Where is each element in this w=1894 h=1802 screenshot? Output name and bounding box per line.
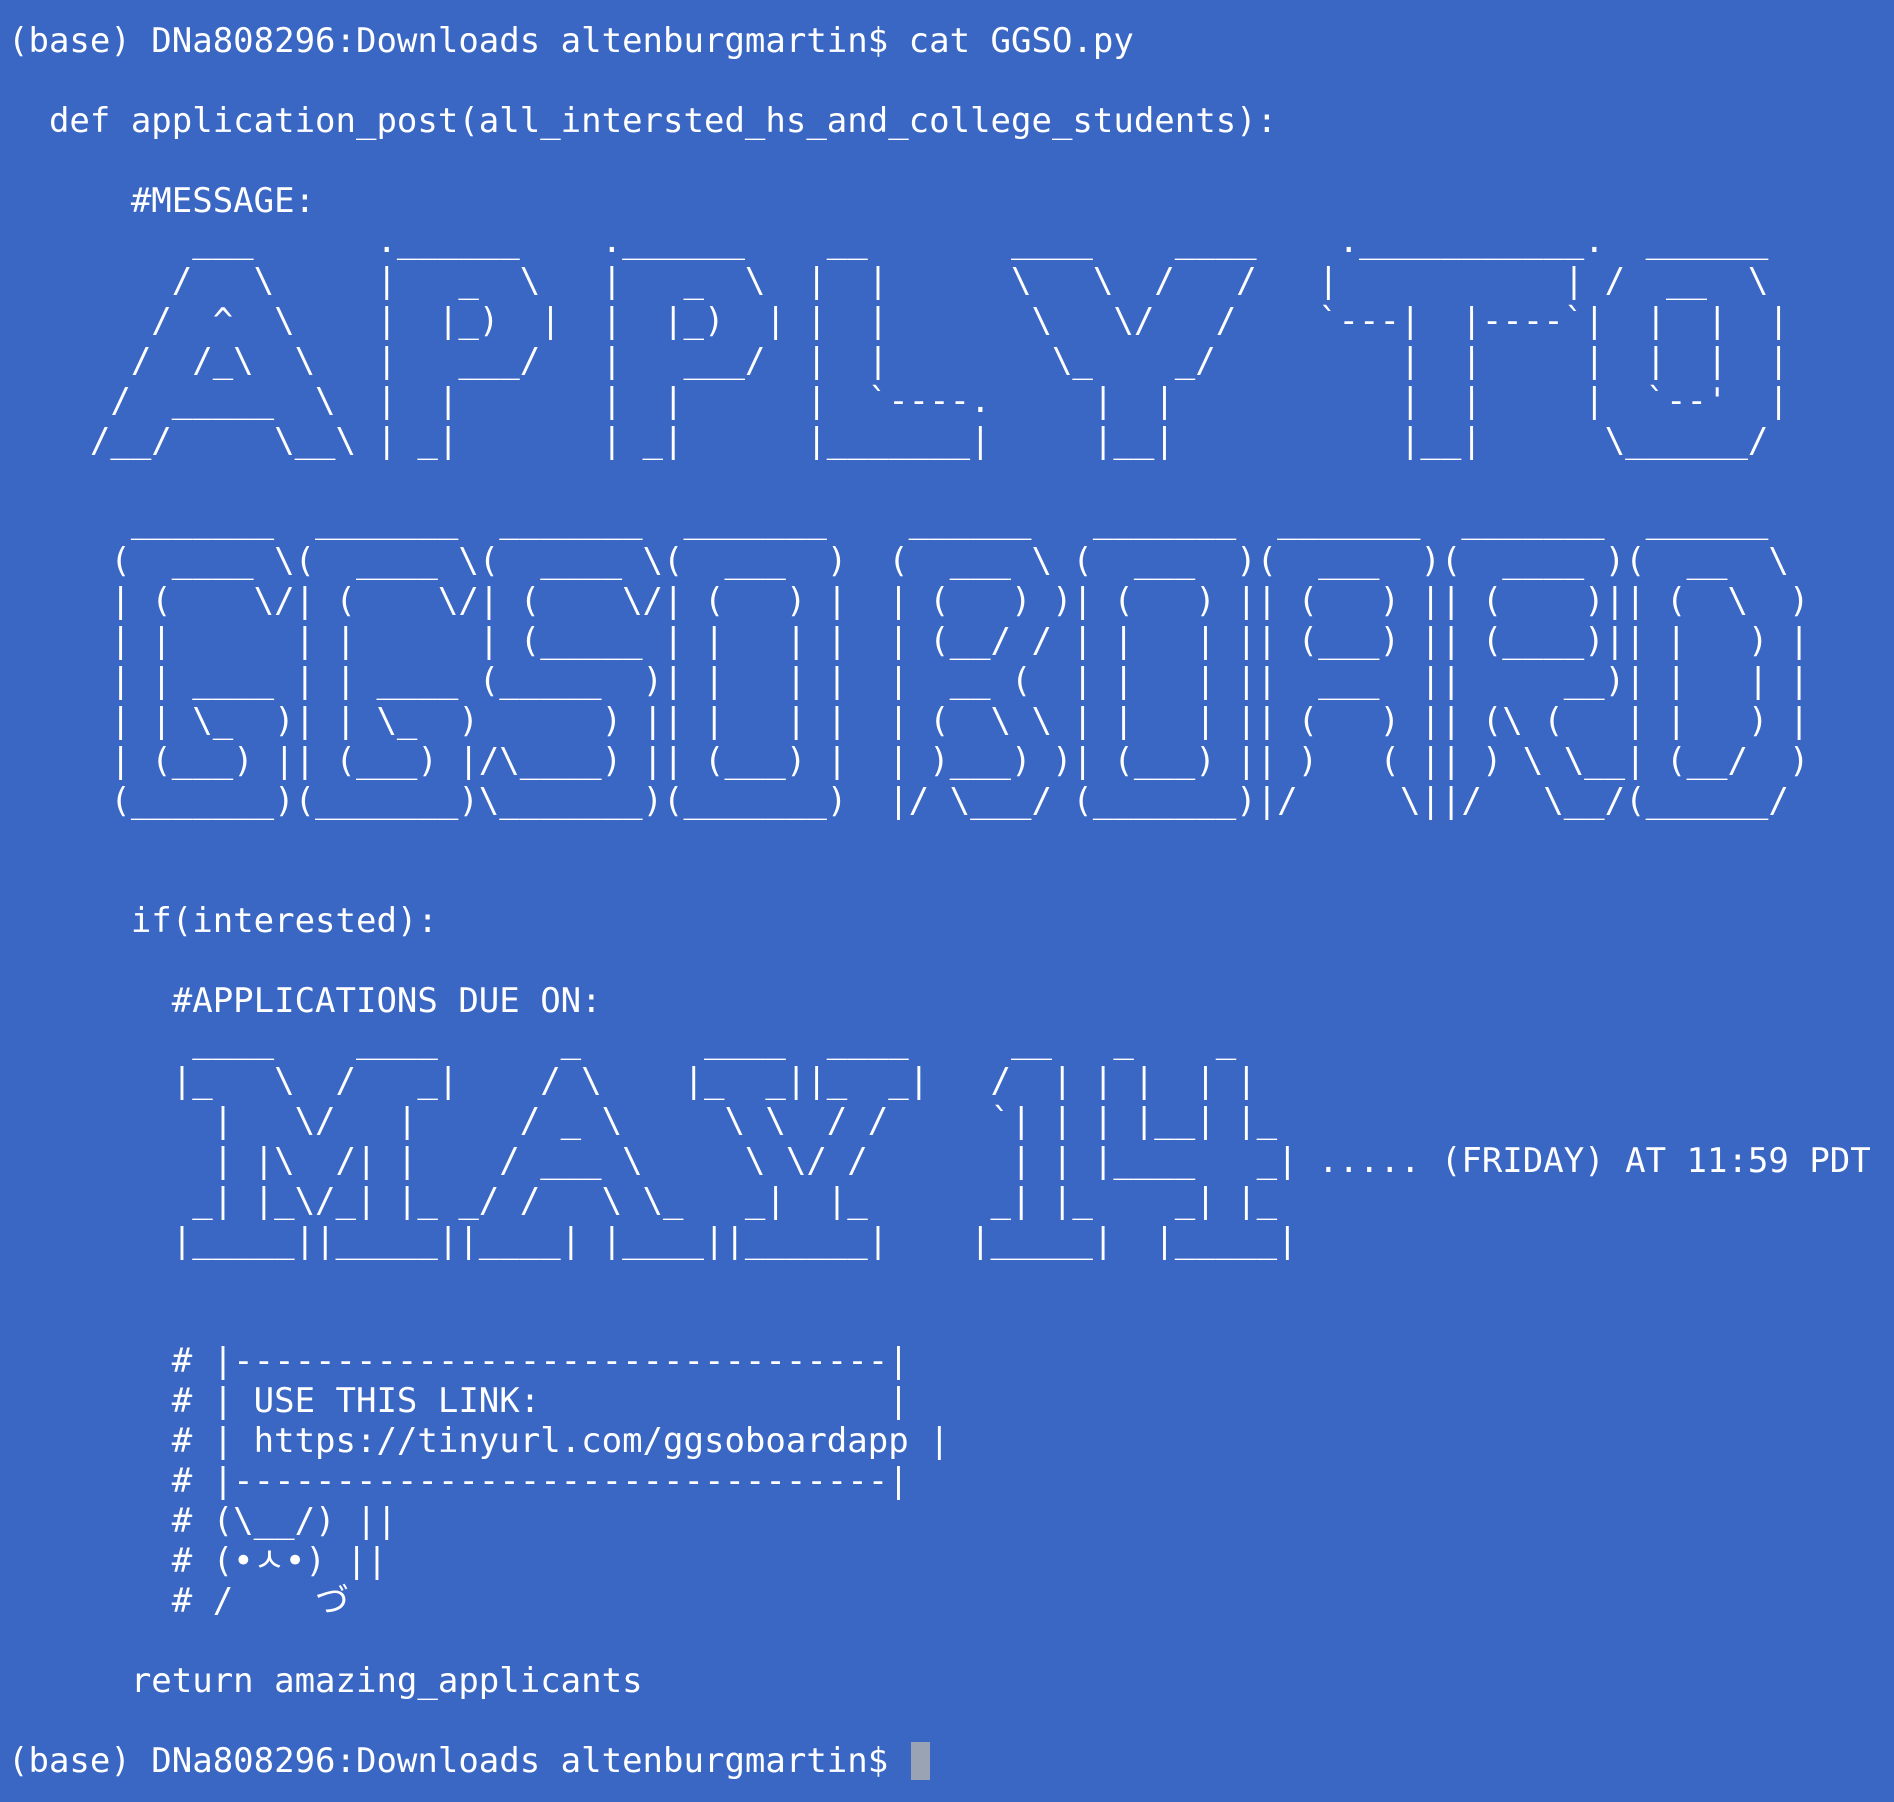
terminal-line: ( ____ \( ____ \( ____ \( ___ ) ( ___ \ … bbox=[8, 541, 1789, 581]
terminal-line: return amazing_applicants bbox=[8, 1661, 643, 1701]
terminal-line: #MESSAGE: bbox=[8, 181, 316, 221]
terminal-line: _| |_\/_| |_ _/ / \ \_ _| |_ _| |_ _| |_ bbox=[8, 1181, 1278, 1221]
terminal-line: / /_\ \ | ___/ | ___/ | | \_ _/ | | | | … bbox=[8, 341, 1789, 381]
terminal-line: #APPLICATIONS DUE ON: bbox=[8, 981, 602, 1021]
terminal-line: def application_post(all_intersted_hs_an… bbox=[8, 101, 1278, 141]
terminal-line: |_____||_____||____| |____||______| |___… bbox=[8, 1221, 1298, 1261]
terminal-line: ____ ____ _ ____ ____ __ _ _ bbox=[8, 1021, 1237, 1061]
terminal-line: / ^ \ | |_) | | |_) | | | \ \/ / `---| |… bbox=[8, 301, 1789, 341]
terminal-line: | | ____ | | ____ (_____ )| | | | | __ (… bbox=[8, 661, 1810, 701]
terminal-line: (base) DNa808296:Downloads altenburgmart… bbox=[8, 21, 1134, 61]
terminal-line: _______ _______ _______ _______ ______ _… bbox=[8, 501, 1769, 541]
terminal-line: # |--------------------------------| bbox=[8, 1341, 909, 1381]
terminal-line: # (\__/) || bbox=[8, 1501, 397, 1541]
terminal-line: |_ \ / _| / \ |_ _||_ _| / | | | | | bbox=[8, 1061, 1257, 1101]
terminal-line: # | USE THIS LINK: | bbox=[8, 1381, 909, 1421]
prompt-line[interactable]: (base) DNa808296:Downloads altenburgmart… bbox=[0, 1741, 1894, 1781]
terminal-line: | |\ /| | / ___ \ \ \/ / | | |____ _| ..… bbox=[8, 1141, 1871, 1181]
terminal-line: # / づ bbox=[8, 1581, 350, 1621]
terminal-line: | | \_ )| | \_ ) ) || | | | | ( \ \ | | … bbox=[8, 701, 1810, 741]
terminal-line: | ( \/| ( \/| ( \/| ( ) | | ( ) )| ( ) |… bbox=[8, 581, 1810, 621]
terminal-line: | | | | | (_____ | | | | | (__/ / | | | … bbox=[8, 621, 1810, 661]
terminal-line: ___ .______ .______ __ ____ ____ .______… bbox=[8, 221, 1789, 261]
terminal-line: (_______)(_______)\_______)(_______) |/ … bbox=[8, 781, 1789, 821]
text-cursor bbox=[910, 1742, 930, 1780]
terminal-line: / _____ \ | | | | | `----. | | | | | `--… bbox=[8, 381, 1789, 421]
terminal-line: /__/ \__\ | _| | _| |_______| |__| |__| … bbox=[8, 421, 1769, 461]
terminal-line: # | https://tinyurl.com/ggsoboardapp | bbox=[8, 1421, 950, 1461]
terminal-line: | \/ | / _ \ \ \ / / `| | | |__| |_ bbox=[8, 1101, 1278, 1141]
terminal-line: # (•ㅅ•) || bbox=[8, 1541, 388, 1581]
terminal-line: / \ | _ \ | _ \ | | \ \ / / | | / __ \ bbox=[8, 261, 1769, 301]
terminal-line: | (___) || (___) |/\____) || (___) | | )… bbox=[8, 741, 1810, 781]
terminal-window[interactable]: (base) DNa808296:Downloads altenburgmart… bbox=[0, 0, 1894, 1802]
terminal-line: # |--------------------------------| bbox=[8, 1461, 909, 1501]
shell-prompt: (base) DNa808296:Downloads altenburgmart… bbox=[8, 1741, 909, 1781]
terminal-line: if(interested): bbox=[8, 901, 438, 941]
